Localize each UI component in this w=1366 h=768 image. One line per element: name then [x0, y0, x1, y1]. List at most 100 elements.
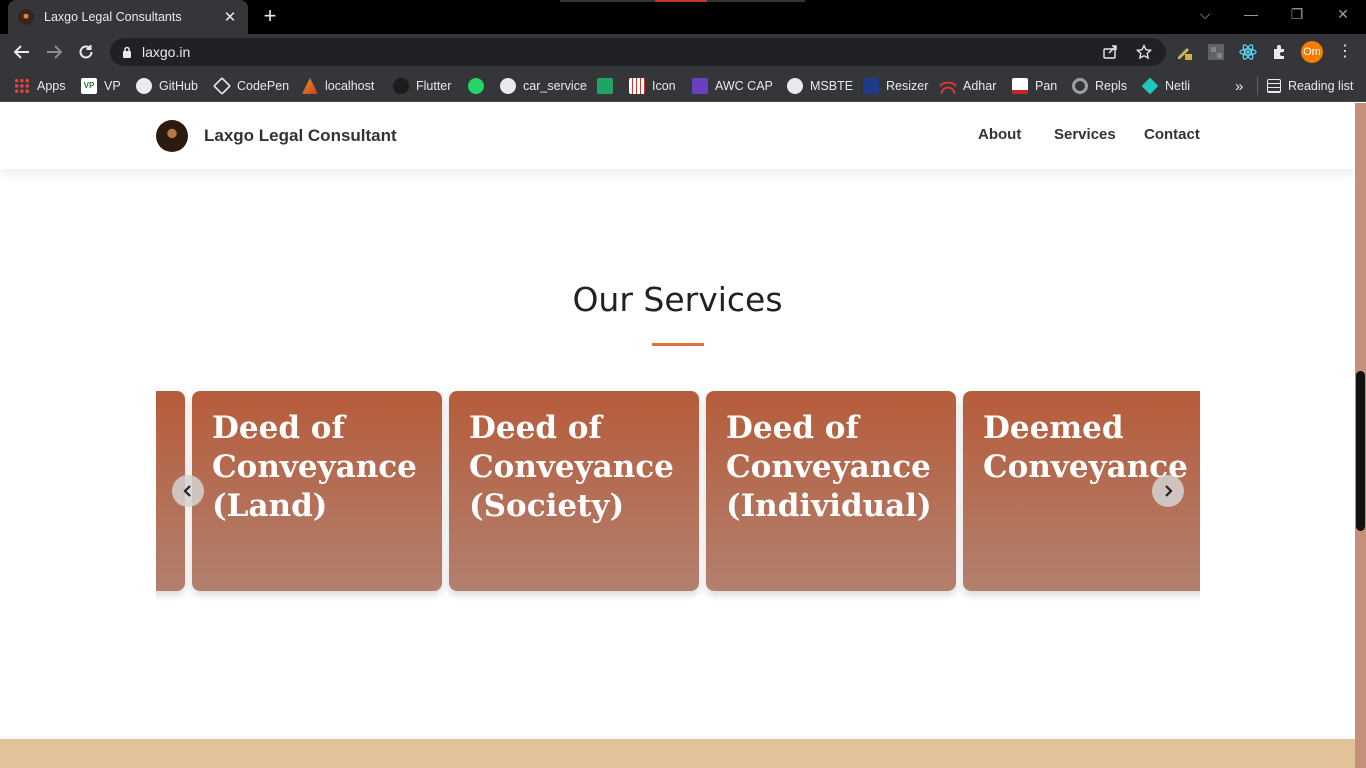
bookmark-green-app[interactable]	[597, 76, 620, 96]
bookmark-label: VP	[104, 79, 121, 93]
reload-icon	[79, 45, 93, 59]
bookmark-localhost[interactable]: localhost	[302, 76, 374, 96]
forward-button[interactable]	[43, 41, 65, 63]
bookmark-label: Adhar	[963, 79, 997, 93]
web-page: Laxgo Legal Consultant About Services Co…	[0, 103, 1355, 768]
apps-grid-icon	[14, 78, 30, 94]
nav-about[interactable]: About	[978, 126, 1021, 143]
tab-close-icon[interactable]: ✕	[222, 8, 238, 26]
react-devtools-icon[interactable]	[1239, 43, 1257, 61]
bookmark-label: Netli	[1165, 79, 1191, 93]
bookmarks-divider	[1257, 77, 1258, 95]
bookmark-awc-cap[interactable]: AWC CAP	[692, 76, 773, 96]
bookmark-pan[interactable]: Pan	[1012, 76, 1057, 96]
vp-icon: VP	[81, 78, 97, 94]
service-card[interactable]: Deed of Conveyance (Land)	[192, 391, 442, 591]
bookmark-github[interactable]: GitHub	[136, 76, 198, 96]
netlify-icon	[1141, 77, 1159, 95]
share-icon[interactable]	[1102, 44, 1118, 60]
github-icon	[393, 78, 409, 94]
codepen-icon	[212, 76, 232, 96]
site-brand[interactable]: Laxgo Legal Consultant	[204, 126, 397, 146]
tab-strip: Laxgo Legal Consultants ✕ + ⌵ — ❐ ✕	[0, 0, 1366, 34]
bookmark-netlify[interactable]: Netli	[1141, 76, 1191, 96]
bookmarks-overflow-button[interactable]: »	[1235, 76, 1243, 96]
reading-list-button[interactable]: Reading list	[1267, 76, 1353, 96]
awc-icon	[692, 78, 708, 94]
site-logo[interactable]	[156, 120, 188, 152]
service-card-title: Deed of Conveyance (Individual)	[726, 410, 932, 524]
bookmark-label: Resizer	[886, 79, 929, 93]
browser-menu-icon[interactable]: ⋮	[1337, 42, 1353, 62]
extensions-puzzle-icon[interactable]	[1271, 43, 1289, 61]
bookmark-label: Apps	[37, 79, 66, 93]
green-app-icon	[597, 78, 613, 94]
bookmark-car-service[interactable]: car_service	[500, 76, 587, 96]
nav-services[interactable]: Services	[1054, 126, 1116, 143]
footer-band	[0, 739, 1355, 768]
bookmarks-bar: Apps VP VP GitHub CodePen localhost Flut…	[0, 70, 1366, 102]
restore-icon[interactable]: ❐	[1287, 6, 1307, 23]
forward-arrow-icon	[47, 45, 63, 59]
carousel-prev-button[interactable]	[172, 475, 204, 507]
bookmark-label: localhost	[325, 79, 375, 93]
grid-extension-icon[interactable]	[1207, 43, 1225, 61]
bookmark-star-icon[interactable]	[1136, 44, 1152, 60]
bookmark-resizer[interactable]: Resizer	[863, 76, 928, 96]
adhar-icon	[940, 78, 956, 94]
service-card[interactable]: Deed of Conveyance (Individual)	[706, 391, 956, 591]
browser-tab[interactable]: Laxgo Legal Consultants ✕	[8, 0, 248, 34]
msbte-icon	[787, 78, 803, 94]
bookmark-vp[interactable]: VP VP	[81, 76, 121, 96]
new-tab-button[interactable]: +	[258, 5, 282, 29]
window-close-icon[interactable]: ✕	[1333, 6, 1353, 23]
bookmark-whatsapp[interactable]	[468, 76, 491, 96]
bookmark-label: MSBTE	[810, 79, 854, 93]
profile-avatar[interactable]: Om	[1301, 41, 1323, 63]
repls-icon	[1072, 78, 1088, 94]
whatsapp-icon	[468, 78, 484, 94]
bookmark-label: car_service	[523, 79, 587, 93]
site-header: Laxgo Legal Consultant About Services Co…	[0, 103, 1355, 169]
tab-title: Laxgo Legal Consultants	[44, 10, 182, 24]
title-underline	[652, 343, 704, 346]
browser-toolbar: laxgo.in Om ⋮	[0, 34, 1366, 70]
service-card-title: Deed of Conveyance (Land)	[212, 410, 417, 524]
minimize-icon[interactable]: —	[1241, 6, 1261, 22]
bookmark-apps[interactable]: Apps	[14, 76, 66, 96]
bookmark-label: Pan	[1035, 79, 1058, 93]
bookmark-icon[interactable]: Icon	[629, 76, 676, 96]
bookmark-label: CodePen	[237, 79, 290, 93]
section-title: Our Services	[572, 280, 783, 319]
carousel-next-button[interactable]	[1152, 475, 1184, 507]
nsdl-icon	[1012, 78, 1028, 94]
reading-list-label: Reading list	[1288, 79, 1354, 93]
pen-extension-icon[interactable]	[1175, 43, 1193, 61]
bookmark-msbte[interactable]: MSBTE	[787, 76, 853, 96]
bookmark-codepen[interactable]: CodePen	[212, 76, 290, 96]
bookmark-repls[interactable]: Repls	[1072, 76, 1127, 96]
tab-search-icon[interactable]: ⌵	[1195, 6, 1215, 23]
chevron-left-icon	[183, 485, 191, 497]
page-scrollbar[interactable]	[1355, 103, 1366, 768]
service-card[interactable]: Deed of Conveyance (Society)	[449, 391, 699, 591]
bookmark-flutter[interactable]: Flutter	[393, 76, 451, 96]
bookmark-label: Repls	[1095, 79, 1127, 93]
reading-list-icon	[1267, 79, 1281, 93]
github-icon	[500, 78, 516, 94]
scrollbar-thumb[interactable]	[1356, 371, 1365, 531]
url-text: laxgo.in	[142, 44, 191, 60]
bookmark-label: Flutter	[416, 79, 452, 93]
services-carousel: Deed of Conveyance (Land) Deed of Convey…	[156, 391, 1200, 601]
back-button[interactable]	[11, 41, 33, 63]
github-icon	[136, 78, 152, 94]
chevron-right-icon	[1165, 485, 1173, 497]
address-bar[interactable]: laxgo.in	[110, 38, 1166, 66]
site-favicon-icon	[18, 9, 34, 25]
service-card-title: Deed of Conveyance (Society)	[469, 410, 674, 524]
nav-contact[interactable]: Contact	[1144, 126, 1200, 143]
bookmark-adhar[interactable]: Adhar	[940, 76, 996, 96]
reload-button[interactable]	[75, 41, 97, 63]
tab-strip-mark	[655, 0, 707, 2]
bookmark-label: GitHub	[159, 79, 198, 93]
